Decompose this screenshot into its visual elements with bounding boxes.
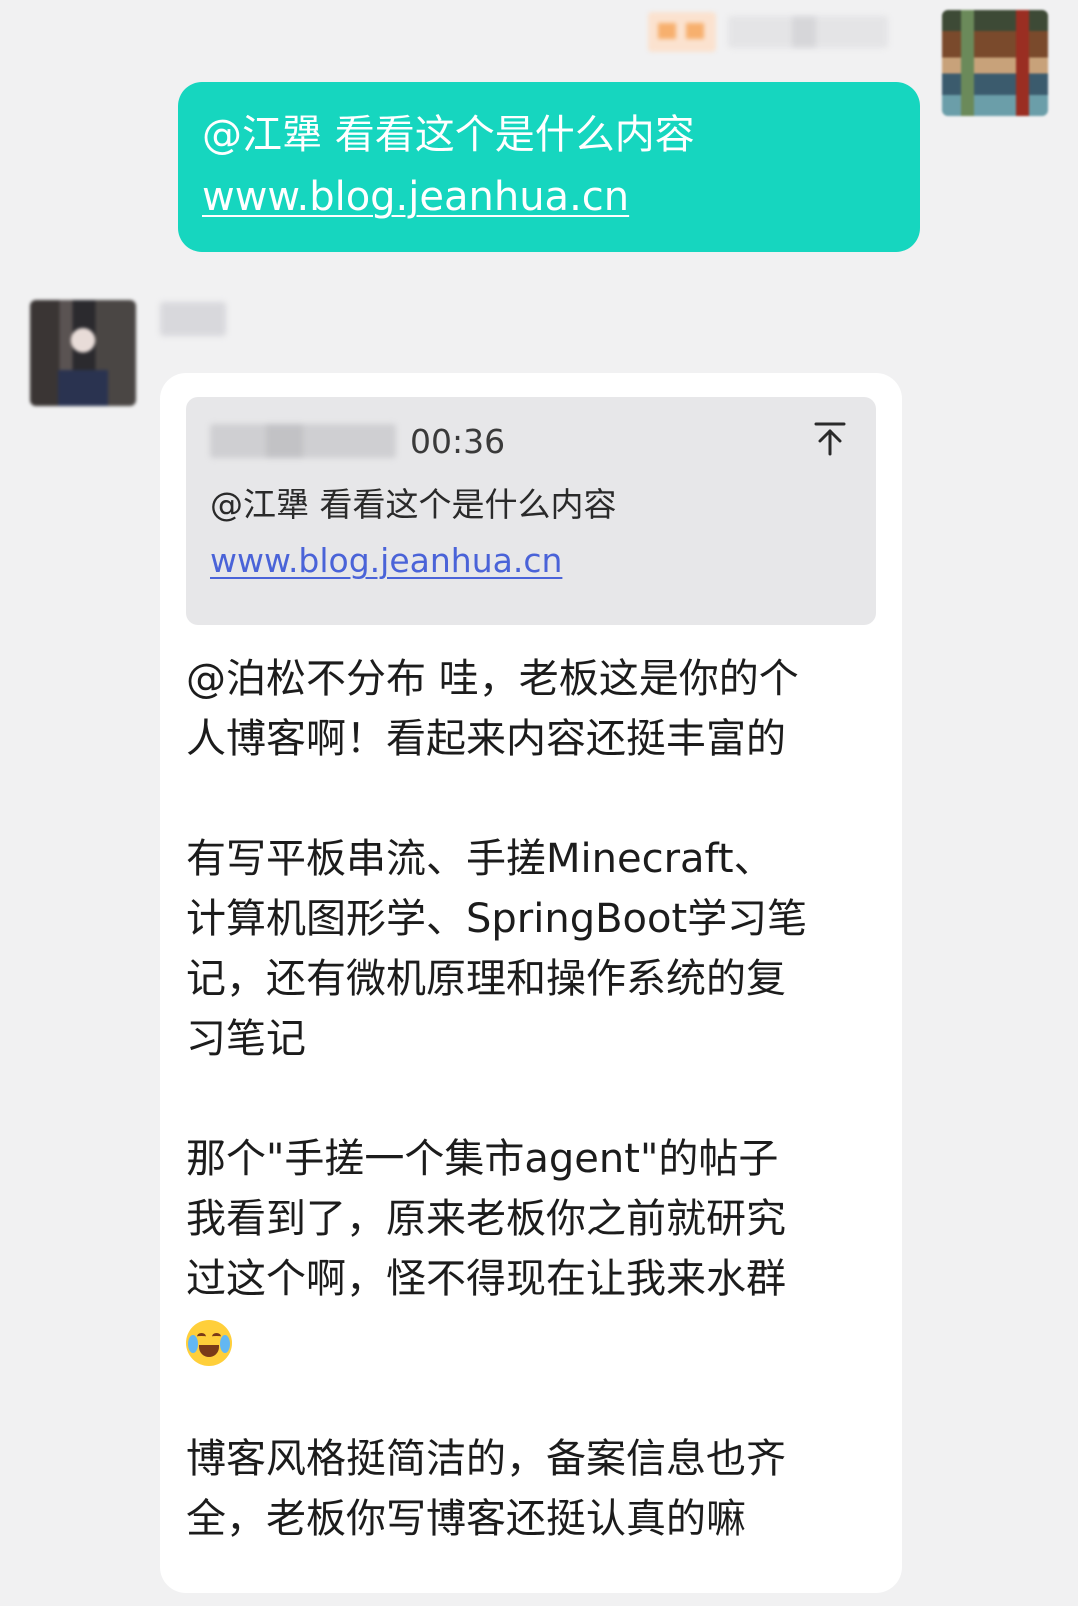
- bot-avatar[interactable]: [30, 300, 136, 406]
- face-with-tears-of-joy-icon: [186, 1320, 232, 1366]
- reply-paragraph-4: 博客风格挺简洁的，备案信息也齐 全，老板你写博客还挺认真的嘛: [186, 1429, 878, 1549]
- reply-paragraph-1: @泊松不分布 哇，老板这是你的个 人博客啊！看起来内容还挺丰富的: [186, 649, 878, 769]
- reply-line: 记，还有微机原理和操作系统的复: [186, 956, 786, 1002]
- quote-link[interactable]: www.blog.jeanhua.cn: [210, 533, 852, 589]
- reply-text: @泊松不分布 哇，老板这是你的个 人博客啊！看起来内容还挺丰富的 有写平板串流、…: [186, 649, 878, 1549]
- quote-header: 00:36: [210, 417, 852, 465]
- reply-line: 习笔记: [186, 1016, 306, 1062]
- reply-paragraph-2: 有写平板串流、手搓Minecraft、 计算机图形学、SpringBoot学习笔…: [186, 829, 878, 1069]
- quote-time: 00:36: [410, 421, 506, 461]
- reply-line: 过这个啊，怪不得现在让我来水群: [186, 1256, 786, 1302]
- arrow-up-to-top-icon[interactable]: [810, 419, 850, 459]
- outgoing-sender-header: [648, 10, 888, 54]
- reply-line: 博客风格挺简洁的，备案信息也齐: [186, 1436, 786, 1482]
- reply-line: 全，老板你写博客还挺认真的嘛: [186, 1496, 746, 1542]
- outgoing-message-link[interactable]: www.blog.jeanhua.cn: [202, 166, 896, 228]
- reply-line: 有写平板串流、手搓Minecraft、: [186, 836, 774, 882]
- quote-text: @江犟 看看这个是什么内容: [210, 485, 617, 524]
- sender-level-badge: [648, 12, 716, 52]
- reply-line: 我看到了，原来老板你之前就研究: [186, 1196, 786, 1242]
- outgoing-message-bubble[interactable]: @江犟 看看这个是什么内容 www.blog.jeanhua.cn: [178, 82, 920, 252]
- quoted-message[interactable]: 00:36 @江犟 看看这个是什么内容 www.blog.jeanhua.cn: [186, 397, 876, 625]
- reply-line: @泊松不分布 哇，老板这是你的个: [186, 656, 799, 702]
- incoming-message-bubble[interactable]: 00:36 @江犟 看看这个是什么内容 www.blog.jeanhua.cn …: [160, 373, 902, 1593]
- reply-line: 人博客啊！看起来内容还挺丰富的: [186, 716, 786, 762]
- self-avatar[interactable]: [942, 10, 1048, 116]
- sender-name-redacted: [728, 16, 888, 48]
- reply-line: 计算机图形学、SpringBoot学习笔: [186, 896, 808, 942]
- emoji-line: [186, 1309, 878, 1369]
- outgoing-message-text: @江犟 看看这个是什么内容: [202, 112, 695, 158]
- reply-line: 那个"手搓一个集市agent"的帖子: [186, 1136, 779, 1182]
- quote-sender-redacted: [210, 424, 396, 458]
- bot-name-redacted: [160, 302, 226, 336]
- reply-paragraph-3: 那个"手搓一个集市agent"的帖子 我看到了，原来老板你之前就研究 过这个啊，…: [186, 1129, 878, 1369]
